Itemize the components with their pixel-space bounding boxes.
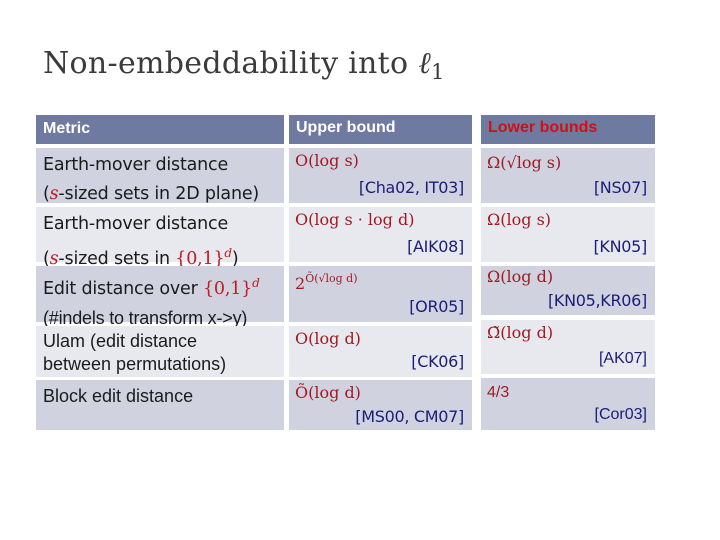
upper-cell-emd-hypercube: O(log s · log d) [AIK08] (289, 207, 472, 262)
metric-line2: (s-sized sets in 2D plane) (43, 180, 282, 209)
metric-cell-emd-2d: Earth-mover distance (s-sized sets in 2D… (36, 148, 284, 204)
upper-bound-ref: [Cha02, IT03] (358, 178, 464, 197)
metric-line1-text: Edit distance over (43, 278, 203, 299)
metric-text: Ulam (edit distance between permutations… (43, 330, 282, 376)
upper-bound-value: Õ(log d) (295, 383, 361, 402)
lower-bound-ref: [AK07] (598, 350, 647, 367)
upper-cell-emd-2d: O(log s) [Cha02, IT03] (289, 148, 472, 203)
metric-line1: Block edit distance (43, 386, 194, 406)
metric-cell-ulam: Ulam (edit distance between permutations… (36, 326, 284, 377)
lower-bound-value: Ω(log s) (487, 210, 552, 229)
metric-text: Earth-mover distance (s-sized sets in {0… (43, 210, 282, 274)
metric-line1: Edit distance over {0,1}d (43, 269, 282, 304)
upper-bound-ref: [OR05] (409, 297, 464, 316)
math-set: {0,1} (202, 278, 253, 299)
lower-bound-ref: [KN05] (593, 237, 647, 256)
lower-bound-ref: [NS07] (593, 178, 647, 197)
metric-cell-block-edit: Block edit distance (36, 380, 284, 430)
lower-cell-ulam: Ω̃(log d) [AK07] (481, 320, 655, 374)
lower-bound-value: 4/3 (487, 384, 510, 401)
metric-text: Edit distance over {0,1}d (#indels to tr… (43, 269, 282, 333)
metric-line1: Ulam (edit distance (43, 331, 198, 351)
upper-bound-value: O(log d) (295, 329, 361, 348)
header-upper-label: Upper bound (296, 119, 396, 136)
lower-cell-emd-2d: Ω(√log s) [NS07] (481, 148, 655, 203)
metric-line1: Earth-mover distance (43, 214, 229, 234)
title-text: Non-embeddability into (43, 46, 419, 81)
upper-bound-value: O(log s) (295, 151, 359, 170)
lower-bound-value: Ω̃(log d) (487, 323, 554, 342)
metric-line2-rest: -sized sets in 2D plane) (58, 184, 260, 204)
lower-cell-emd-hypercube: Ω(log s) [KN05] (481, 207, 655, 262)
metric-text: Earth-mover distance (s-sized sets in 2D… (43, 151, 282, 209)
metric-line1: Earth-mover distance (43, 155, 229, 175)
header-metric-label: Metric (43, 120, 91, 137)
upper-cell-block-edit: Õ(log d) [MS00, CM07] (289, 380, 472, 430)
metric-text: Block edit distance (43, 385, 282, 408)
lower-bound-value: Ω(√log s) (487, 153, 562, 172)
header-upper-bound: Upper bound (289, 115, 472, 144)
lower-bound-ref: [KN05,KR06] (547, 291, 647, 310)
exp-base: 2 (295, 274, 306, 293)
upper-bound-value: O(log s · log d) (295, 210, 415, 229)
header-metric: Metric (36, 115, 284, 144)
upper-bound-value: 2Õ(√log d) (295, 272, 358, 293)
upper-cell-edit-distance: 2Õ(√log d) [OR05] (289, 266, 472, 322)
upper-cell-ulam: O(log d) [CK06] (289, 326, 472, 377)
header-lower-bounds: Lower bounds (481, 115, 655, 144)
header-lower-label: Lower bounds (488, 119, 598, 136)
slide-title: Non-embeddability into ℓ1 (43, 46, 445, 84)
lower-cell-edit-distance: Ω(log d) [KN05,KR06] (481, 266, 655, 315)
math-sup: d (252, 276, 260, 290)
lower-cell-block-edit: 4/3 [Cor03] (481, 378, 655, 430)
upper-bound-ref: [CK06] (411, 352, 464, 371)
metric-cell-emd-hypercube: Earth-mover distance (s-sized sets in {0… (36, 207, 284, 269)
metric-line2: between permutations) (43, 354, 227, 374)
lower-bound-ref: [Cor03] (594, 406, 647, 423)
title-subscript: 1 (431, 60, 445, 84)
ell-symbol: ℓ (418, 46, 432, 81)
metric-cell-edit-distance: Edit distance over {0,1}d (#indels to tr… (36, 266, 284, 328)
upper-bound-ref: [AIK08] (407, 237, 464, 256)
math-sup: d (224, 246, 232, 260)
paren: ( (43, 184, 50, 204)
lower-bound-value: Ω(log d) (487, 267, 554, 286)
upper-bound-ref: [MS00, CM07] (355, 407, 464, 426)
exp-power: Õ(√log d) (305, 272, 358, 285)
